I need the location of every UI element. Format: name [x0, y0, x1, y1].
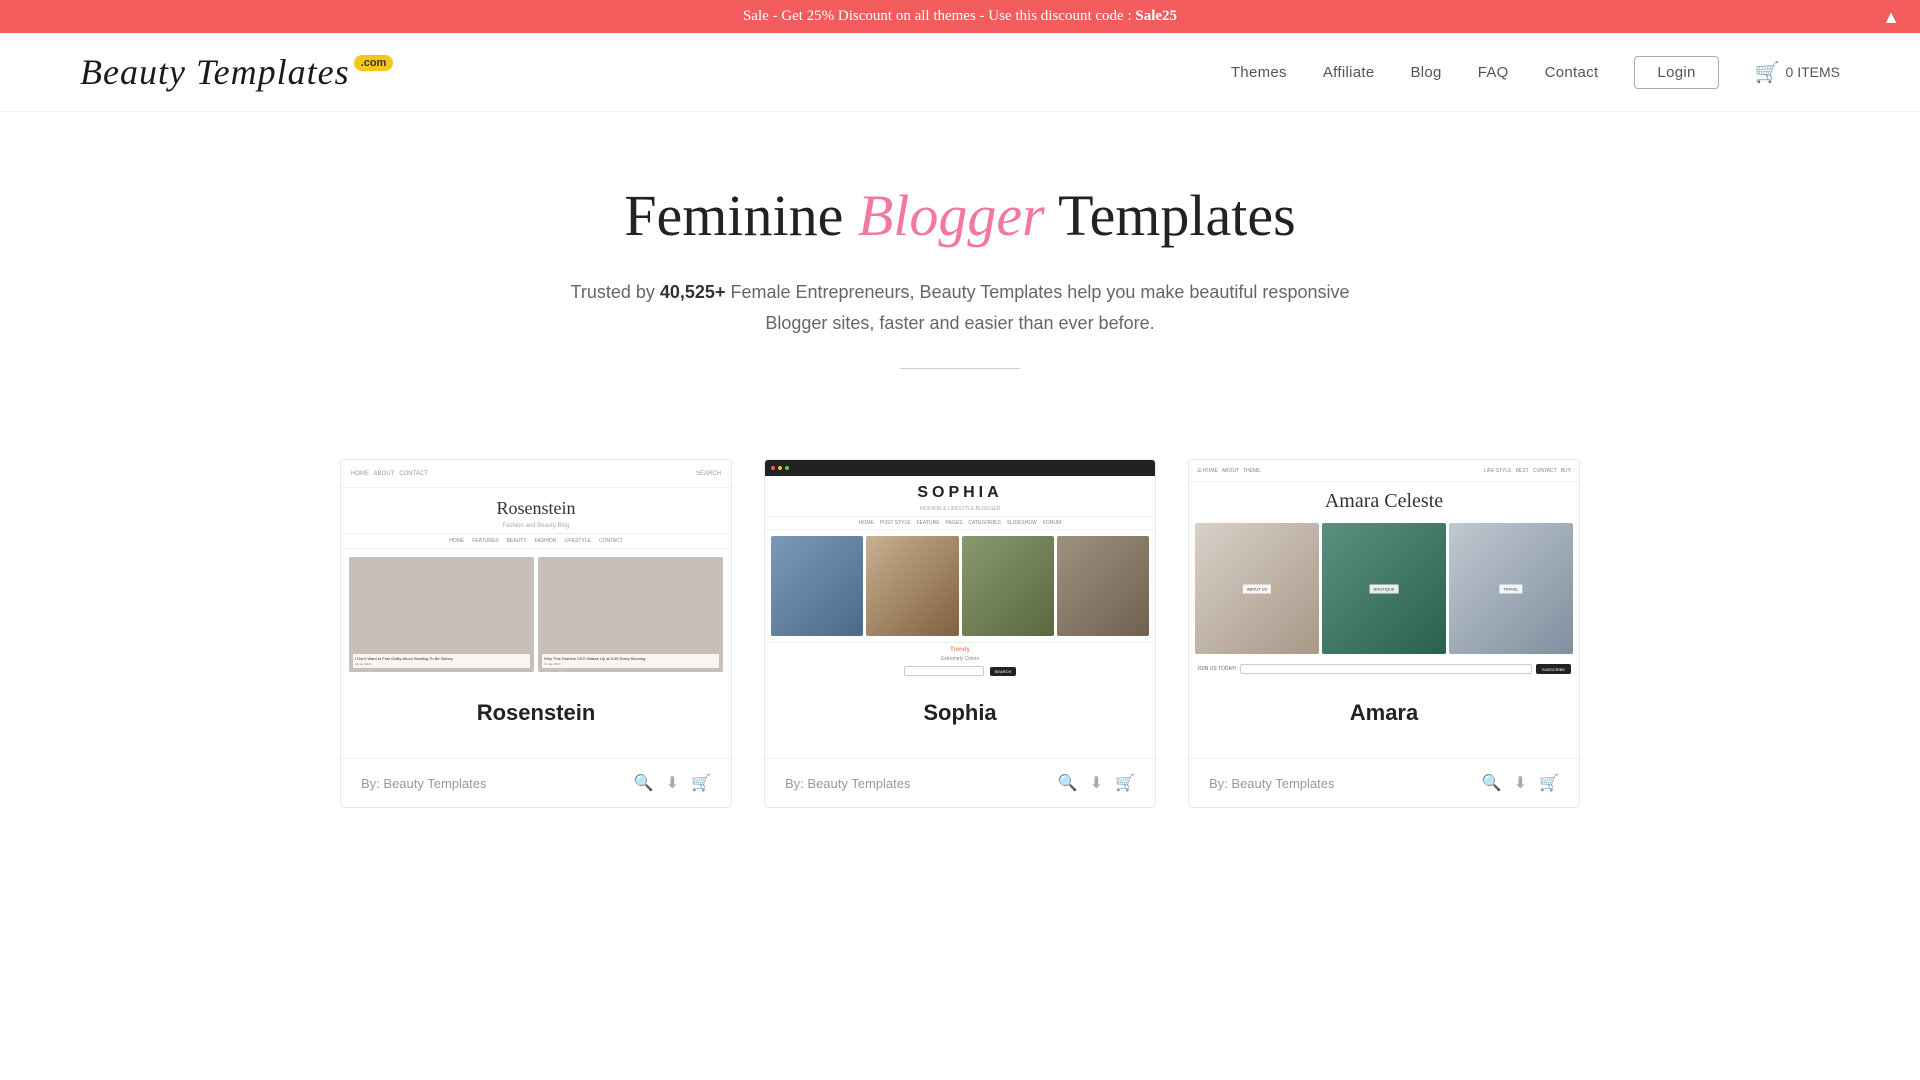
hero-title: Feminine Blogger Templates	[20, 182, 1900, 249]
logo-badge: .com	[354, 55, 394, 71]
theme-card-amara[interactable]: ☰ HOME ABOUT THEME LIFE STYLE BEST CONTA…	[1188, 459, 1580, 808]
card-author: By: Beauty Templates	[361, 776, 487, 791]
card-author: By: Beauty Templates	[1209, 776, 1335, 791]
card-body-rosenstein: Rosenstein	[341, 680, 731, 758]
sophia-img-3	[962, 536, 1054, 636]
cart-add-icon[interactable]: 🛒	[691, 773, 711, 793]
cart-count: 0 ITEMS	[1786, 64, 1840, 80]
mockup-image-2: Why This Fashion CEO Wakes Up at 5:45 Ev…	[538, 557, 723, 672]
nav-blog[interactable]: Blog	[1410, 64, 1441, 81]
card-author: By: Beauty Templates	[785, 776, 911, 791]
card-thumbnail-rosenstein: HOME ABOUT CONTACT SEARCH Rosenstein Fas…	[341, 460, 731, 680]
cart-area[interactable]: 🛒 0 ITEMS	[1755, 60, 1840, 85]
sophia-img-4	[1057, 536, 1149, 636]
amara-img-1: ABOUT US	[1195, 523, 1319, 654]
main-nav: Themes Affiliate Blog FAQ Contact Login …	[1231, 56, 1840, 89]
site-header: Beauty Templates .com Themes Affiliate B…	[0, 33, 1920, 112]
amara-img-3: TRAVEL	[1449, 523, 1573, 654]
login-button[interactable]: Login	[1634, 56, 1718, 89]
card-thumbnail-sophia: SOPHIA FASHION & LIFESTYLE BLOGGER HOMEP…	[765, 460, 1155, 680]
nav-faq[interactable]: FAQ	[1478, 64, 1509, 81]
amara-img-2: BOUTIQUE	[1322, 523, 1446, 654]
hero-subtitle: Trusted by 40,525+ Female Entrepreneurs,…	[570, 277, 1350, 338]
mockup-image-1: I Don't Want to Feel Guilty About Wantin…	[349, 557, 534, 672]
amara-mockup: ☰ HOME ABOUT THEME LIFE STYLE BEST CONTA…	[1189, 460, 1579, 680]
search-icon[interactable]: 🔍	[1482, 773, 1502, 793]
nav-contact[interactable]: Contact	[1545, 64, 1599, 81]
card-body-amara: Amara	[1189, 680, 1579, 758]
announcement-text: Sale - Get 25% Discount on all themes - …	[743, 8, 1177, 25]
logo[interactable]: Beauty Templates .com	[80, 51, 393, 93]
download-icon[interactable]: ⬇	[1514, 773, 1527, 793]
download-icon[interactable]: ⬇	[666, 773, 679, 793]
themes-grid: HOME ABOUT CONTACT SEARCH Rosenstein Fas…	[260, 459, 1660, 868]
theme-card-rosenstein[interactable]: HOME ABOUT CONTACT SEARCH Rosenstein Fas…	[340, 459, 732, 808]
mockup-header: HOME ABOUT CONTACT SEARCH	[341, 460, 731, 488]
cards-container: HOME ABOUT CONTACT SEARCH Rosenstein Fas…	[340, 459, 1580, 808]
nav-themes[interactable]: Themes	[1231, 64, 1287, 81]
hero-section: Feminine Blogger Templates Trusted by 40…	[0, 112, 1920, 459]
card-actions: 🔍 ⬇ 🛒	[1482, 773, 1559, 793]
nav-affiliate[interactable]: Affiliate	[1323, 64, 1375, 81]
card-footer-sophia: By: Beauty Templates 🔍 ⬇ 🛒	[765, 758, 1155, 807]
search-icon[interactable]: 🔍	[1058, 773, 1078, 793]
card-title: Amara	[1209, 700, 1559, 726]
card-actions: 🔍 ⬇ 🛒	[1058, 773, 1135, 793]
search-icon[interactable]: 🔍	[634, 773, 654, 793]
card-title: Sophia	[785, 700, 1135, 726]
rosenstein-mockup: HOME ABOUT CONTACT SEARCH Rosenstein Fas…	[341, 460, 731, 680]
announcement-bar: Sale - Get 25% Discount on all themes - …	[0, 0, 1920, 33]
sophia-img-2	[866, 536, 958, 636]
mockup-topbar	[765, 460, 1155, 476]
cart-add-icon[interactable]: 🛒	[1539, 773, 1559, 793]
sophia-img-1	[771, 536, 863, 636]
mockup-topbar-amara: ☰ HOME ABOUT THEME LIFE STYLE BEST CONTA…	[1189, 460, 1579, 482]
download-icon[interactable]: ⬇	[1090, 773, 1103, 793]
card-title: Rosenstein	[361, 700, 711, 726]
card-body-sophia: Sophia	[765, 680, 1155, 758]
announcement-close-button[interactable]: ▲	[1882, 8, 1900, 26]
card-actions: 🔍 ⬇ 🛒	[634, 773, 711, 793]
cart-icon: 🛒	[1755, 60, 1780, 85]
logo-text: Beauty Templates	[80, 51, 350, 93]
cart-add-icon[interactable]: 🛒	[1115, 773, 1135, 793]
card-footer-amara: By: Beauty Templates 🔍 ⬇ 🛒	[1189, 758, 1579, 807]
card-footer-rosenstein: By: Beauty Templates 🔍 ⬇ 🛒	[341, 758, 731, 807]
hero-divider	[900, 368, 1020, 369]
theme-card-sophia[interactable]: SOPHIA FASHION & LIFESTYLE BLOGGER HOMEP…	[764, 459, 1156, 808]
card-thumbnail-amara: ☰ HOME ABOUT THEME LIFE STYLE BEST CONTA…	[1189, 460, 1579, 680]
sophia-mockup: SOPHIA FASHION & LIFESTYLE BLOGGER HOMEP…	[765, 460, 1155, 680]
